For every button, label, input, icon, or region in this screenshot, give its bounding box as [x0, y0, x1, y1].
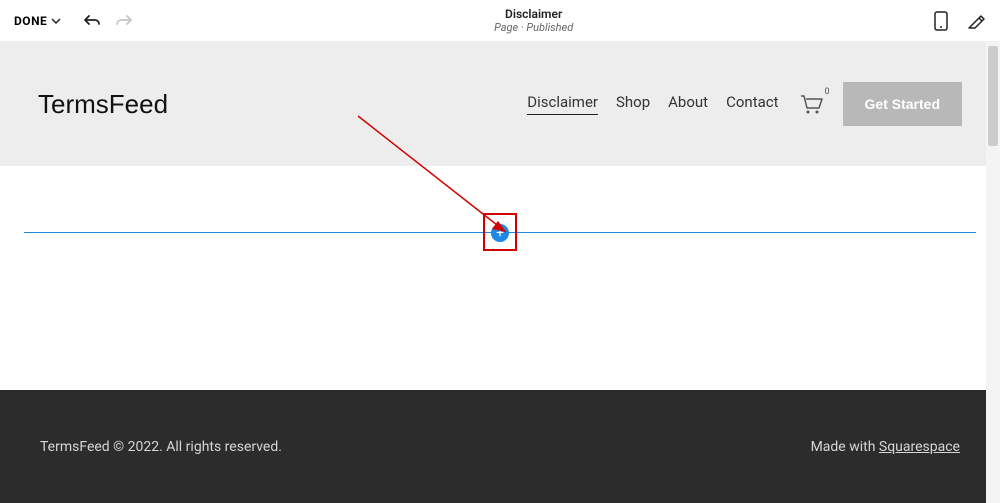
footer-right: Made with Squarespace [811, 439, 960, 455]
site-header: TermsFeed Disclaimer Shop About Contact … [0, 42, 1000, 166]
done-label: DONE [14, 14, 47, 28]
get-started-button[interactable]: Get Started [843, 82, 962, 126]
made-with-link[interactable]: Squarespace [879, 439, 960, 455]
undo-button[interactable] [83, 13, 101, 29]
scrollbar[interactable] [986, 42, 1000, 503]
content-area[interactable]: + [0, 166, 1000, 390]
nav-links: Disclaimer Shop About Contact [527, 93, 778, 115]
undo-redo-group [83, 13, 133, 29]
mobile-preview-button[interactable] [934, 11, 948, 31]
topbar-left: DONE [14, 13, 133, 29]
cart-icon [799, 94, 823, 114]
cart-count: 0 [824, 87, 829, 97]
editor-topbar: DONE Disclaimer Page · Published [0, 0, 1000, 42]
chevron-down-icon [51, 16, 61, 26]
plus-icon: + [496, 226, 504, 240]
styles-button[interactable] [966, 11, 986, 31]
nav-link-contact[interactable]: Contact [726, 93, 778, 115]
paintbrush-icon [966, 11, 986, 31]
made-with-prefix: Made with [811, 439, 879, 455]
nav-link-shop[interactable]: Shop [616, 93, 650, 115]
nav-area: Disclaimer Shop About Contact 0 Get Star… [527, 82, 962, 126]
page-meta: Page · Published [494, 21, 573, 34]
cart-button[interactable]: 0 [799, 94, 823, 114]
canvas: TermsFeed Disclaimer Shop About Contact … [0, 42, 1000, 503]
redo-icon [115, 13, 133, 29]
redo-button [115, 13, 133, 29]
nav-link-disclaimer[interactable]: Disclaimer [527, 93, 598, 115]
add-block-button[interactable]: + [491, 224, 509, 242]
brand-logo[interactable]: TermsFeed [38, 89, 168, 120]
topbar-right [934, 11, 986, 31]
undo-icon [83, 13, 101, 29]
topbar-center: Disclaimer Page · Published [494, 7, 573, 35]
footer-copyright: TermsFeed © 2022. All rights reserved. [40, 439, 282, 455]
done-button[interactable]: DONE [14, 14, 61, 28]
page-title: Disclaimer [494, 7, 573, 21]
scroll-thumb[interactable] [988, 46, 998, 146]
nav-link-about[interactable]: About [668, 93, 708, 115]
mobile-icon [934, 11, 948, 31]
insert-line: + [24, 232, 976, 233]
site-footer: TermsFeed © 2022. All rights reserved. M… [0, 390, 1000, 503]
